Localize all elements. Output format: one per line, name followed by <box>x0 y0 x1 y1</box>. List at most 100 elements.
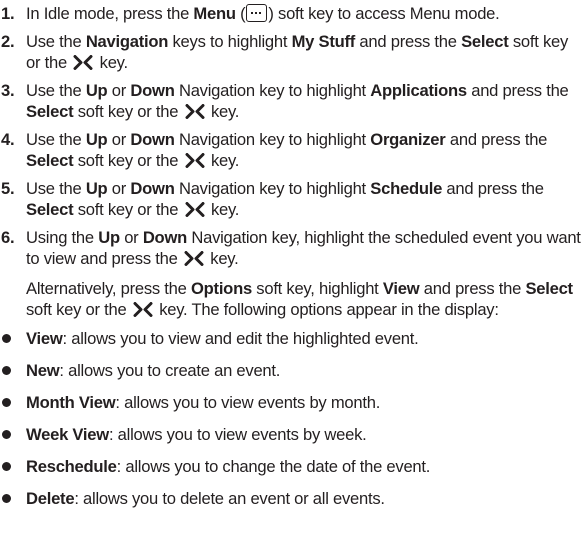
option-description: : allows you to view and edit the highli… <box>62 329 419 348</box>
step-number: 4. <box>1 130 15 149</box>
option-term: New <box>26 361 60 380</box>
text-run: or <box>107 130 131 149</box>
step-number: 3. <box>1 81 15 100</box>
text-run: Use the <box>26 32 86 51</box>
ok-key-icon <box>185 104 205 119</box>
bold-term: Select <box>461 32 509 51</box>
text-run: and press the <box>466 81 569 100</box>
text-run: or <box>107 81 131 100</box>
option-item: New: allows you to create an event. <box>0 360 584 381</box>
bullet-icon <box>2 430 11 439</box>
bold-term: View <box>382 279 420 298</box>
text-run: and press the <box>419 279 526 298</box>
bold-term: Schedule <box>370 179 443 198</box>
option-description: : allows you to delete an event or all e… <box>74 489 385 508</box>
option-term: Week View <box>26 425 109 444</box>
text-run: In Idle mode, press the <box>26 4 194 23</box>
text-run: Navigation key to highlight <box>174 130 371 149</box>
option-item: Month View: allows you to view events by… <box>0 392 584 413</box>
text-run: key. <box>206 102 240 121</box>
text-run: ) soft key to access Menu mode. <box>268 4 500 23</box>
option-term: Month View <box>26 393 116 412</box>
text-run: soft key or the <box>26 300 131 319</box>
text-run: keys to highlight <box>168 32 292 51</box>
document-body: 1. In Idle mode, press the Menu ( ) soft k… <box>0 0 584 520</box>
text-run: key. <box>206 151 240 170</box>
text-run: soft key or the <box>73 200 183 219</box>
step-number: 6. <box>1 228 15 247</box>
step-item: 6. Using the Up or Down Navigation key, h… <box>0 227 584 269</box>
text-run: key. <box>95 53 128 72</box>
bold-term: Down <box>130 179 175 198</box>
step-item: 1. In Idle mode, press the Menu ( ) soft k… <box>0 3 584 24</box>
text-run: Use the <box>26 130 86 149</box>
bold-term: Select <box>26 102 74 121</box>
option-term: View <box>26 329 63 348</box>
menu-key-icon <box>246 4 268 22</box>
ok-key-icon <box>184 251 204 266</box>
bold-term: Select <box>26 200 74 219</box>
option-term: Reschedule <box>26 457 117 476</box>
bold-term: Select <box>525 279 573 298</box>
option-item: Reschedule: allows you to change the dat… <box>0 456 584 477</box>
step-number: 2. <box>1 32 15 51</box>
bold-term: Up <box>85 179 108 198</box>
steps-list: 1. In Idle mode, press the Menu ( ) soft k… <box>0 3 584 269</box>
step-number: 5. <box>1 179 15 198</box>
ok-key-icon <box>133 302 153 317</box>
text-run: Use the <box>26 81 86 100</box>
bullet-icon <box>2 398 11 407</box>
options-list: View: allows you to view and edit the hi… <box>0 328 584 509</box>
text-run: soft key, highlight <box>251 279 383 298</box>
step-item: 3. Use the Up or Down Navigation key to h… <box>0 80 584 122</box>
option-term: Delete <box>26 489 75 508</box>
text-run: Use the <box>26 179 86 198</box>
step-item: 5. Use the Up or Down Navigation key to h… <box>0 178 584 220</box>
bold-term: Down <box>142 228 187 247</box>
option-description: : allows you to change the date of the e… <box>116 457 431 476</box>
bullet-icon <box>2 334 11 343</box>
bold-term: Down <box>130 130 175 149</box>
bold-term: Up <box>85 130 108 149</box>
bold-term: My Stuff <box>291 32 356 51</box>
text-run: ( <box>235 4 246 23</box>
text-run: Navigation key to highlight <box>174 81 371 100</box>
text-run: Alternatively, press the <box>26 279 191 298</box>
text-run: key. The following options appear in the… <box>154 300 499 319</box>
bold-term: Menu <box>193 4 236 23</box>
text-run: or <box>119 228 143 247</box>
text-run: Navigation key to highlight <box>174 179 371 198</box>
text-run: soft key or the <box>73 102 183 121</box>
bold-term: Applications <box>370 81 467 100</box>
ok-key-icon <box>185 153 205 168</box>
step-number: 1. <box>1 4 15 23</box>
option-item: View: allows you to view and edit the hi… <box>0 328 584 349</box>
text-run: Using the <box>26 228 99 247</box>
alternative-paragraph: Alternatively, press the Options soft ke… <box>0 278 584 320</box>
ok-key-icon <box>185 202 205 217</box>
ok-key-icon <box>73 55 93 70</box>
bullet-icon <box>2 494 11 503</box>
text-run: and press the <box>355 32 462 51</box>
bullet-icon <box>2 366 11 375</box>
bold-term: Navigation <box>85 32 169 51</box>
text-run: and press the <box>442 179 544 198</box>
bold-term: Up <box>98 228 120 247</box>
option-description: : allows you to view events by month. <box>115 393 381 412</box>
option-description: : allows you to create an event. <box>59 361 281 380</box>
bold-term: Options <box>191 279 252 298</box>
bold-term: Organizer <box>370 130 446 149</box>
bold-term: Down <box>130 81 175 100</box>
text-run: and press the <box>445 130 548 149</box>
text-run: or <box>107 179 131 198</box>
bold-term: Select <box>26 151 74 170</box>
option-description: : allows you to view events by week. <box>108 425 367 444</box>
bold-term: Up <box>85 81 108 100</box>
text-run: key. <box>205 249 239 268</box>
option-item: Delete: allows you to delete an event or… <box>0 488 584 509</box>
step-item: 4. Use the Up or Down Navigation key to h… <box>0 129 584 171</box>
option-item: Week View: allows you to view events by … <box>0 424 584 445</box>
step-item: 2. Use the Navigation keys to highlight M… <box>0 31 584 73</box>
text-run: key. <box>206 200 240 219</box>
text-run: soft key or the <box>73 151 183 170</box>
